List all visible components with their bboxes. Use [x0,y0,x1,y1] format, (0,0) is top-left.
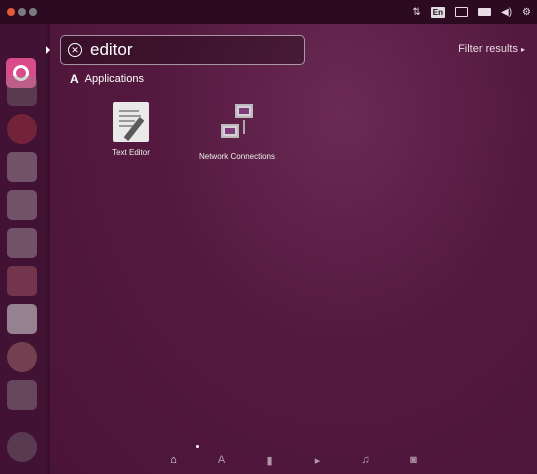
network-connections-icon [215,102,259,146]
volume-icon[interactable]: ◀) [501,7,512,18]
battery-icon[interactable] [478,8,491,16]
workspaces-launcher-icon[interactable] [7,380,37,410]
calc-launcher-icon[interactable] [7,190,37,220]
lens-bar: ⌂ A ▮ ▸ ♫ ◙ [50,446,537,474]
maximize-window-button[interactable] [29,8,37,16]
applications-lens-icon[interactable]: A [215,454,229,466]
keyboard-layout-indicator[interactable]: En [430,6,445,18]
launcher [0,24,46,474]
filter-results-button[interactable]: Filter results ▸ [458,43,525,55]
window-controls [4,8,37,16]
impress-launcher-icon[interactable] [7,228,37,258]
text-editor-icon [113,102,149,142]
clear-search-icon[interactable]: ✕ [68,43,82,57]
home-lens-icon[interactable]: ⌂ [167,454,181,466]
writer-launcher-icon[interactable] [7,152,37,182]
video-lens-icon[interactable]: ▸ [311,454,325,467]
close-window-button[interactable] [7,8,15,16]
trash-launcher-icon[interactable] [7,432,37,462]
search-input[interactable]: ✕ editor [60,35,305,65]
network-transfer-icon[interactable]: ⇅ [412,7,420,18]
result-label: Network Connections [198,152,276,161]
system-settings-launcher-icon[interactable] [7,342,37,372]
filter-results-label: Filter results [458,43,518,55]
category-header: A Applications [70,72,144,86]
search-query: editor [90,40,133,59]
top-panel: ⇅ En ◀) ⚙ [0,0,537,24]
mail-icon[interactable] [455,7,468,17]
files-lens-icon[interactable]: ▮ [263,454,277,467]
category-title: Applications [84,73,144,85]
dash: ✕ editor Filter results ▸ A Applications … [50,24,537,474]
photos-lens-icon[interactable]: ◙ [407,454,421,466]
applications-category-icon: A [70,72,79,86]
result-item[interactable]: Network Connections [182,102,292,161]
settings-gear-icon[interactable]: ⚙ [522,7,531,18]
software-center-launcher-icon[interactable] [7,266,37,296]
files-launcher-icon[interactable] [7,76,37,106]
result-label: Text Editor [112,148,150,157]
minimize-window-button[interactable] [18,8,26,16]
indicator-area: ⇅ En ◀) ⚙ [412,0,531,24]
result-item[interactable]: Text Editor [76,102,186,157]
amazon-launcher-icon[interactable] [7,304,37,334]
browser-launcher-icon[interactable] [7,114,37,144]
music-lens-icon[interactable]: ♫ [359,454,373,466]
expand-arrow-icon: ▸ [520,45,525,54]
